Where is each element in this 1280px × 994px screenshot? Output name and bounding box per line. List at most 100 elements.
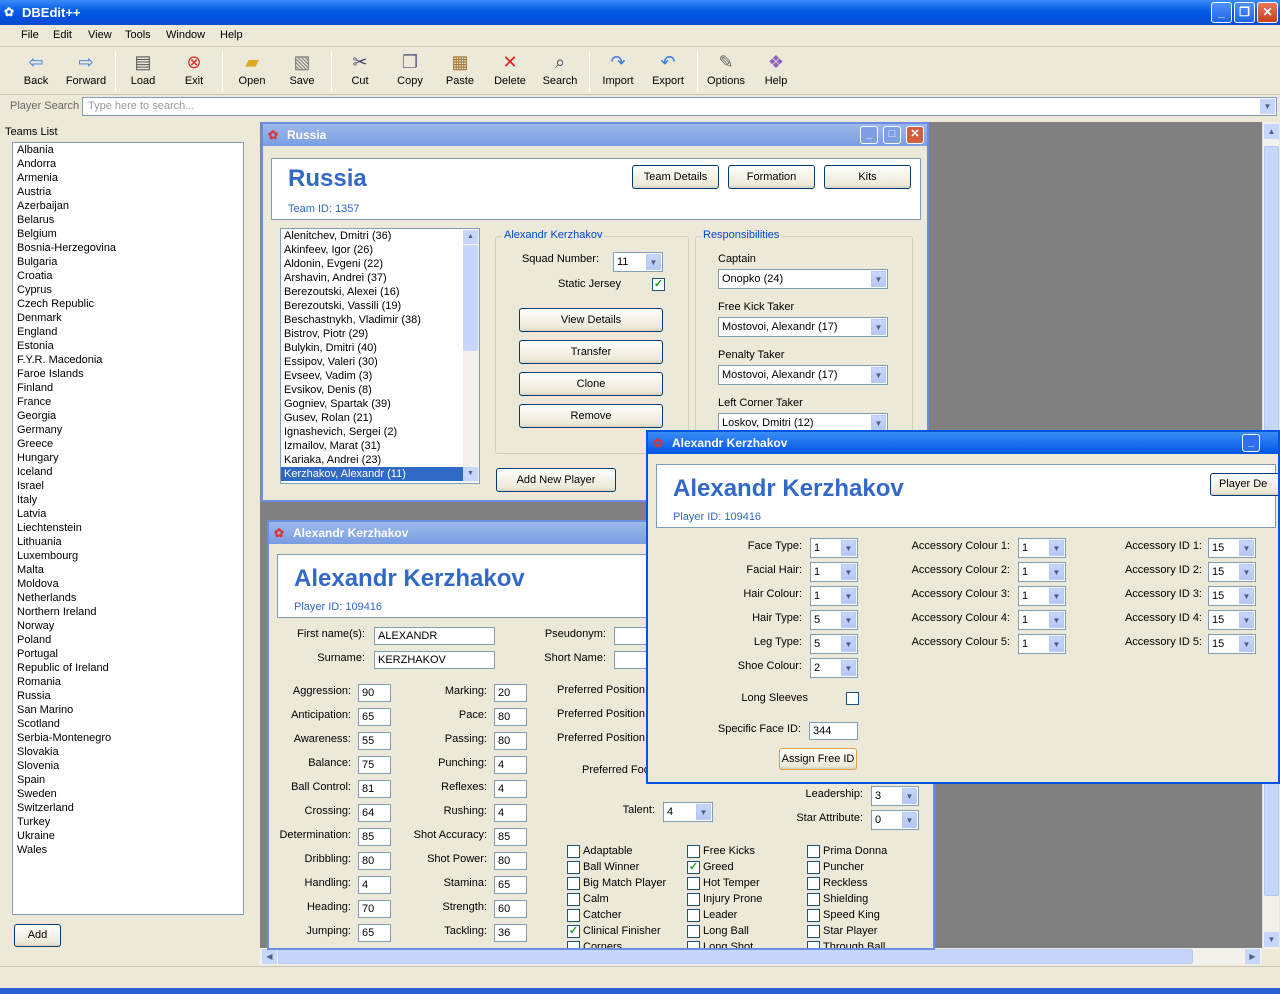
attribute-field[interactable]: 80 [494, 852, 527, 870]
surname-field[interactable]: KERZHAKOV [374, 651, 495, 669]
team-list-item[interactable]: Malta [13, 563, 243, 577]
attribute-field[interactable]: 4 [494, 756, 527, 774]
team-list-item[interactable]: Hungary [13, 451, 243, 465]
player-list-item[interactable]: Akinfeev, Igor (26) [281, 243, 479, 257]
player-list-item[interactable]: Kariaka, Andrei (23) [281, 453, 479, 467]
trait-checkbox[interactable] [807, 925, 820, 938]
trait-checkbox[interactable] [807, 941, 820, 948]
scroll-thumb[interactable] [463, 245, 478, 351]
player-list-item[interactable]: Bistrov, Piotr (29) [281, 327, 479, 341]
team-list-item[interactable]: Wales [13, 843, 243, 857]
team-list-item[interactable]: Armenia [13, 171, 243, 185]
attribute-field[interactable]: 65 [494, 876, 527, 894]
attribute-field[interactable]: 65 [358, 708, 391, 726]
trait-checkbox[interactable] [687, 909, 700, 922]
appearance-select[interactable]: 15 ▼ [1208, 562, 1256, 582]
transfer-button[interactable]: Transfer [519, 340, 663, 364]
trait-checkbox[interactable] [567, 877, 580, 890]
menu-tools[interactable]: Tools [125, 29, 151, 41]
options-button[interactable]: ✎ Options [701, 51, 751, 87]
player-list-item[interactable]: Evsikov, Denis (8) [281, 383, 479, 397]
appearance-select[interactable]: 15 ▼ [1208, 538, 1256, 558]
hscroll-thumb[interactable] [278, 949, 1193, 964]
menu-help[interactable]: Help [220, 29, 243, 41]
teams-list[interactable]: Albania Andorra Armenia Austria Azerbaijan Be… [12, 142, 244, 915]
team-list-item[interactable]: Albania [13, 143, 243, 157]
attribute-field[interactable]: 65 [358, 924, 391, 942]
long-sleeves-checkbox[interactable] [846, 692, 859, 705]
back-button[interactable]: ⇦ Back [11, 51, 61, 87]
attribute-field[interactable]: 4 [494, 780, 527, 798]
team-list-item[interactable]: Germany [13, 423, 243, 437]
team-list-item[interactable]: Iceland [13, 465, 243, 479]
mdi-horizontal-scrollbar[interactable]: ◀ ▶ [260, 948, 1262, 965]
player-list-item[interactable]: Beschastnykh, Vladimir (38) [281, 313, 479, 327]
scroll-down-icon[interactable]: ▼ [1264, 932, 1279, 947]
assign-free-id-button[interactable]: Assign Free ID [779, 748, 857, 770]
first-name-field[interactable]: ALEXANDR [374, 627, 495, 645]
attribute-field[interactable]: 80 [494, 732, 527, 750]
team-list-item[interactable]: Moldova [13, 577, 243, 591]
appearance-select[interactable]: 1 ▼ [1018, 634, 1066, 654]
delete-button[interactable]: ✕ Delete [485, 51, 535, 87]
team-list-item[interactable]: Croatia [13, 269, 243, 283]
player-list-item[interactable]: Berezoutski, Alexei (16) [281, 285, 479, 299]
star-attribute-select[interactable]: 0 ▼ [871, 810, 919, 830]
forward-button[interactable]: ⇨ Forward [61, 51, 111, 87]
trait-checkbox[interactable] [807, 861, 820, 874]
attribute-field[interactable]: 70 [358, 900, 391, 918]
player-list-item[interactable]: Evseev, Vadim (3) [281, 369, 479, 383]
minimize-icon[interactable]: _ [1242, 434, 1260, 452]
attribute-field[interactable]: 55 [358, 732, 391, 750]
trait-checkbox[interactable] [567, 845, 580, 858]
player-list-item[interactable]: Gogniev, Spartak (39) [281, 397, 479, 411]
remove-button[interactable]: Remove [519, 404, 663, 428]
team-list-item[interactable]: Bosnia-Herzegovina [13, 241, 243, 255]
player-search-input[interactable]: Type here to search... ▼ [82, 97, 1277, 116]
team-list-item[interactable]: France [13, 395, 243, 409]
appearance-select[interactable]: 5 ▼ [810, 634, 858, 654]
close-icon[interactable]: ✕ [906, 126, 924, 144]
trait-checkbox[interactable] [567, 861, 580, 874]
team-list-item[interactable]: Turkey [13, 815, 243, 829]
appearance-select[interactable]: 2 ▼ [810, 658, 858, 678]
team-list-item[interactable]: Switzerland [13, 801, 243, 815]
attribute-field[interactable]: 90 [358, 684, 391, 702]
player-details-button[interactable]: Player De [1210, 473, 1278, 496]
attribute-field[interactable]: 20 [494, 684, 527, 702]
freekick-select[interactable]: Mostovoi, Alexandr (17) ▼ [718, 317, 888, 337]
trait-checkbox[interactable] [687, 925, 700, 938]
appearance-select[interactable]: 5 ▼ [810, 610, 858, 630]
save-button[interactable]: ▧ Save [277, 51, 327, 87]
trait-checkbox[interactable] [687, 877, 700, 890]
team-list-item[interactable]: Georgia [13, 409, 243, 423]
appearance-select[interactable]: 1 ▼ [1018, 586, 1066, 606]
trait-checkbox[interactable] [687, 941, 700, 948]
leadership-select[interactable]: 3 ▼ [871, 786, 919, 806]
player-list-scrollbar[interactable]: ▲ ▼ [463, 230, 479, 482]
appearance-select[interactable]: 1 ▼ [1018, 562, 1066, 582]
attribute-field[interactable]: 85 [358, 828, 391, 846]
menu-window[interactable]: Window [166, 29, 205, 41]
team-list-item[interactable]: Bulgaria [13, 255, 243, 269]
penalty-select[interactable]: Mostovoi, Alexandr (17) ▼ [718, 365, 888, 385]
team-list-item[interactable]: F.Y.R. Macedonia [13, 353, 243, 367]
appearance-select[interactable]: 15 ▼ [1208, 634, 1256, 654]
team-list-item[interactable]: San Marino [13, 703, 243, 717]
team-list-item[interactable]: Poland [13, 633, 243, 647]
player-list-item[interactable]: Gusev, Rolan (21) [281, 411, 479, 425]
team-list-item[interactable]: Scotland [13, 717, 243, 731]
maximize-icon[interactable]: □ [883, 126, 901, 144]
scroll-left-icon[interactable]: ◀ [262, 949, 277, 964]
appearance-select[interactable]: 1 ▼ [1018, 610, 1066, 630]
team-list-item[interactable]: Latvia [13, 507, 243, 521]
player-list-item[interactable]: Bulykin, Dmitri (40) [281, 341, 479, 355]
team-list-item[interactable]: Cyprus [13, 283, 243, 297]
clone-button[interactable]: Clone [519, 372, 663, 396]
kits-button[interactable]: Kits [824, 165, 911, 189]
team-list-item[interactable]: Andorra [13, 157, 243, 171]
player-list-item[interactable]: Izmailov, Marat (31) [281, 439, 479, 453]
attribute-field[interactable]: 4 [494, 804, 527, 822]
trait-checkbox[interactable] [567, 893, 580, 906]
appearance-select[interactable]: 1 ▼ [1018, 538, 1066, 558]
